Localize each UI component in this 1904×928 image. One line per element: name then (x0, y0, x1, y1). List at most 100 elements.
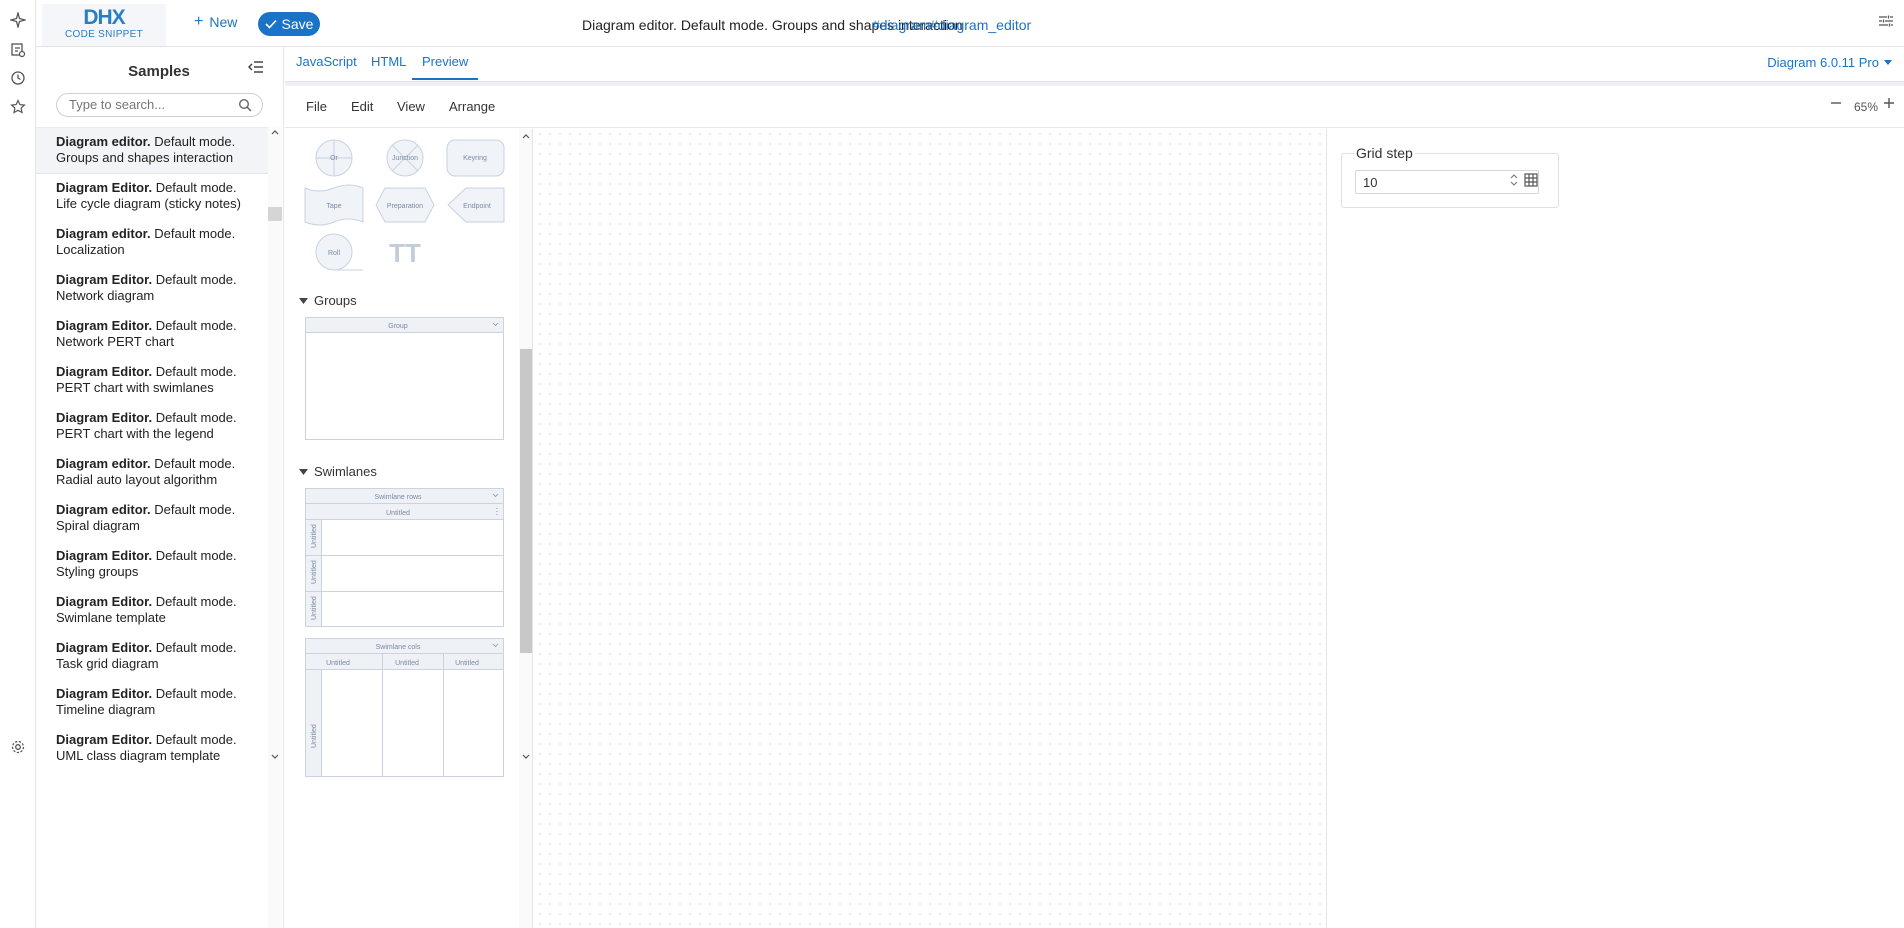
diagram-canvas[interactable] (535, 129, 1325, 928)
lane-label-2: Untitled (311, 560, 318, 584)
list-item[interactable]: Diagram Editor. Default mode. PERT chart… (36, 358, 269, 404)
shape-keyring[interactable]: Keyring (446, 139, 505, 177)
zoom-level: 65% (1853, 100, 1878, 114)
col-label-2: Untitled (395, 660, 419, 667)
scroll-up-icon[interactable] (522, 133, 530, 139)
sample-title-bold: Diagram editor. (56, 226, 151, 241)
sample-title-bold: Diagram editor. (56, 134, 151, 149)
sliders-icon[interactable] (1878, 13, 1894, 34)
sidebar-scrollbar[interactable] (268, 127, 282, 928)
list-item[interactable]: Diagram editor. Default mode. Localizati… (36, 220, 269, 266)
list-item[interactable]: Diagram Editor. Default mode. PERT chart… (36, 404, 269, 450)
list-item[interactable]: Diagram Editor. Default mode. Styling gr… (36, 542, 269, 588)
history-icon[interactable] (8, 68, 28, 88)
shape-text[interactable]: TT (389, 238, 421, 268)
sample-title-bold: Diagram Editor. (56, 594, 153, 609)
search-input[interactable] (69, 97, 229, 112)
caret-down-icon (1884, 60, 1892, 65)
scroll-down-icon[interactable] (271, 754, 279, 760)
list-item[interactable]: Diagram Editor. Default mode. Timeline d… (36, 680, 269, 726)
caret-down-icon (299, 297, 308, 304)
shape-tape[interactable]: Tape (304, 184, 364, 226)
col-label-3: Untitled (455, 660, 479, 667)
tag-diagram-editor[interactable]: #diagram_editor (930, 17, 1031, 33)
list-item[interactable]: Diagram Editor. Default mode. Task grid … (36, 634, 269, 680)
shape-label-endpoint: Endpoint (463, 203, 491, 210)
list-item[interactable]: Diagram Editor. Default mode. Life cycle… (36, 174, 269, 220)
shape-endpoint[interactable]: Endpoint (447, 187, 505, 223)
editor-menubar: File Edit View Arrange 65% (285, 86, 1904, 128)
shape-junction[interactable]: Junction (386, 139, 424, 177)
group-shape[interactable]: Group (305, 317, 505, 441)
version-dropdown[interactable]: Diagram 6.0.11 Pro (1767, 55, 1892, 70)
list-item[interactable]: Diagram Editor. Default mode. Network di… (36, 266, 269, 312)
shape-or[interactable]: Or (315, 139, 353, 177)
sparkle-icon[interactable] (8, 10, 28, 30)
grid-icon[interactable] (1524, 173, 1538, 187)
shape-label-or: Or (330, 155, 338, 162)
shape-label-junction: Junction (392, 155, 418, 162)
shape-label-keyring: Keyring (463, 155, 487, 162)
snippet-icon[interactable] (8, 40, 28, 60)
lane-label-1: Untitled (311, 524, 318, 548)
dhx-logo[interactable]: DHX CODE SNIPPET (42, 4, 166, 46)
sample-title-bold: Diagram Editor. (56, 272, 153, 287)
sample-title-bold: Diagram Editor. (56, 640, 153, 655)
tab-html[interactable]: HTML (371, 54, 406, 69)
sample-title-bold: Diagram Editor. (56, 318, 153, 333)
search-field[interactable] (56, 93, 263, 117)
stepper-icon[interactable] (1510, 173, 1518, 187)
menu-arrange[interactable]: Arrange (449, 99, 495, 114)
menu-view[interactable]: View (397, 99, 425, 114)
swimlane-cols-label: Swimlane cols (376, 644, 421, 651)
new-button-label: New (209, 14, 238, 30)
swimlanes-section-header[interactable]: Swimlanes (299, 464, 377, 479)
tag-diagram[interactable]: #diagram (872, 17, 930, 33)
sidebar-title: Samples (128, 63, 190, 80)
scroll-up-icon[interactable] (271, 129, 279, 135)
shape-label-tape: Tape (326, 203, 341, 210)
list-item[interactable]: Diagram Editor. Default mode. Swimlane t… (36, 588, 269, 634)
lane-label-3: Untitled (311, 596, 318, 620)
check-icon (264, 19, 277, 29)
zoom-in-icon[interactable] (1882, 96, 1896, 115)
zoom-out-icon[interactable] (1829, 96, 1843, 115)
tab-javascript[interactable]: JavaScript (296, 54, 357, 69)
swimlane-cols-shape[interactable]: Swimlane cols Untitled Untitled Untitled… (305, 638, 505, 778)
collapse-sidebar-icon[interactable] (247, 60, 264, 79)
new-button[interactable]: + New (194, 14, 238, 31)
groups-section-title: Groups (314, 293, 357, 308)
sidebar-scroll-thumb[interactable] (268, 207, 282, 221)
list-item[interactable]: Diagram editor. Default mode. Groups and… (36, 128, 269, 174)
sample-title-bold: Diagram Editor. (56, 732, 153, 747)
groups-section-header[interactable]: Groups (299, 293, 357, 308)
menu-file[interactable]: File (306, 99, 327, 114)
grid-step-label: Grid step (1354, 145, 1415, 161)
logo-subtext: CODE SNIPPET (64, 29, 144, 40)
tab-preview[interactable]: Preview (412, 54, 479, 80)
list-item[interactable]: Diagram editor. Default mode. Radial aut… (36, 450, 269, 496)
shape-preparation[interactable]: Preparation (375, 187, 435, 223)
shape-roll[interactable]: Roll (315, 233, 363, 271)
shapebar-scrollbar[interactable] (519, 129, 533, 928)
menu-edit[interactable]: Edit (351, 99, 373, 114)
scroll-down-icon[interactable] (522, 754, 530, 760)
editbar-panel: Grid step 10 (1326, 129, 1904, 928)
top-header: DHX CODE SNIPPET + New Save Diagram edit… (36, 0, 1904, 47)
list-item[interactable]: Diagram Editor. Default mode. Network PE… (36, 312, 269, 358)
shape-label-preparation: Preparation (387, 203, 423, 210)
swimlane-rows-label: Swimlane rows (374, 494, 422, 501)
sample-title-bold: Diagram Editor. (56, 410, 153, 425)
sample-title-bold: Diagram Editor. (56, 686, 153, 701)
code-tabs: JavaScript HTML Preview Diagram 6.0.11 P… (285, 47, 1904, 82)
star-icon[interactable] (8, 97, 28, 117)
list-item[interactable]: Diagram editor. Default mode. Spiral dia… (36, 496, 269, 542)
swimlane-rows-shape[interactable]: Swimlane rows Untitled Untitled Untitled… (305, 488, 505, 628)
save-button[interactable]: Save (258, 12, 320, 36)
settings-icon[interactable] (8, 737, 28, 757)
col-label-1: Untitled (326, 660, 350, 667)
shapebar-scroll-thumb[interactable] (520, 349, 532, 653)
cols-row-label: Untitled (311, 724, 318, 748)
search-icon[interactable] (238, 98, 252, 117)
list-item[interactable]: Diagram Editor. Default mode. UML class … (36, 726, 269, 772)
